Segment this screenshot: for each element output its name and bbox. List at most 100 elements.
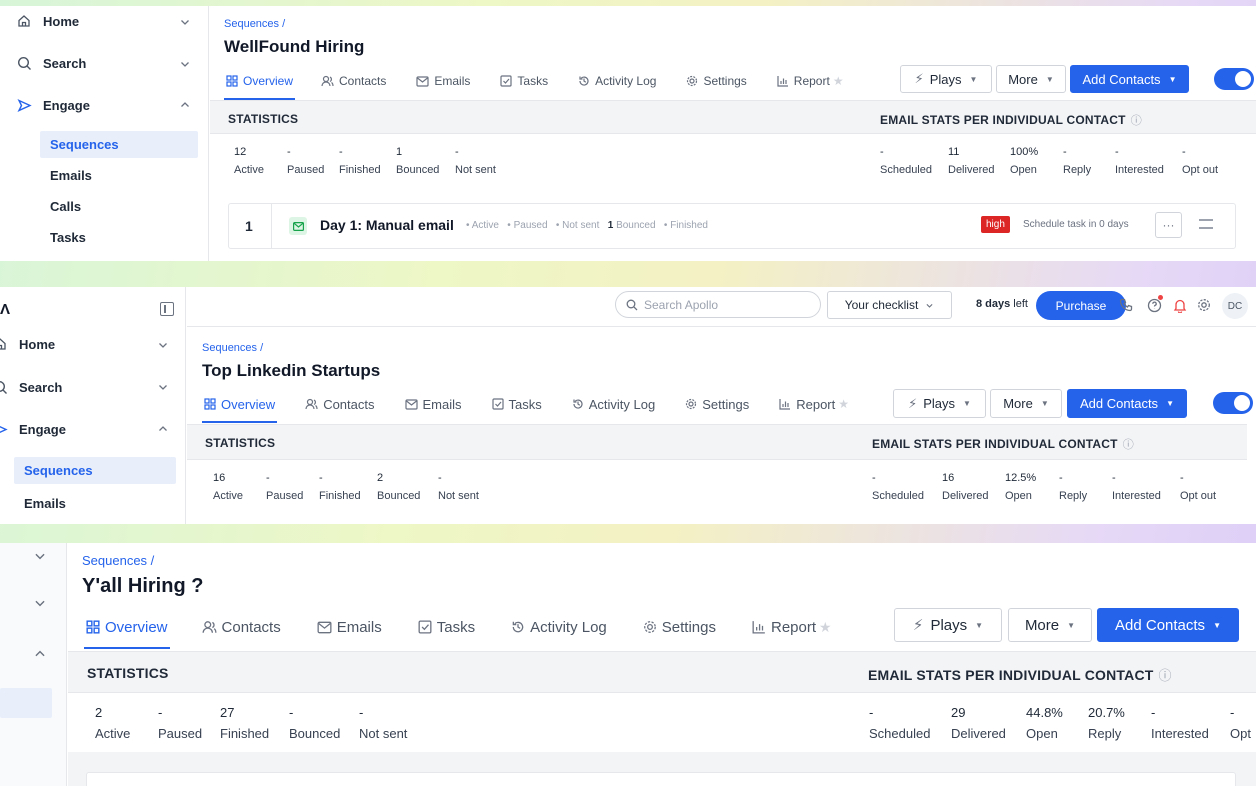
sequence-step-row[interactable]: 1 Day 1: Manual email • Active • Paused … — [228, 203, 1236, 249]
chevron-up-icon[interactable] — [33, 647, 47, 661]
phone-icon[interactable] — [1117, 296, 1135, 314]
stat-label: Paused — [266, 490, 304, 502]
chevron-down-icon[interactable] — [179, 58, 191, 70]
stat-not-sent: - Not sent — [455, 146, 496, 176]
stats-header: STATISTICS EMAIL STATS PER INDIVIDUAL CO… — [187, 424, 1247, 460]
chevron-down-icon[interactable] — [33, 596, 47, 610]
purchase-button[interactable]: Purchase — [1036, 291, 1126, 320]
tab-emails[interactable]: Emails — [416, 62, 470, 100]
tab-settings[interactable]: Settings — [685, 385, 749, 423]
stat-value: 2 — [95, 705, 103, 720]
tab-tasks[interactable]: Tasks — [418, 605, 475, 649]
tab-report[interactable]: Report ★ — [779, 385, 849, 423]
more-button[interactable]: More ▼ — [990, 389, 1062, 418]
tab-activity-log[interactable]: Activity Log — [572, 385, 655, 423]
tab-tasks[interactable]: Tasks — [500, 62, 548, 100]
tab-contacts[interactable]: Contacts — [321, 62, 386, 100]
plays-button[interactable]: ⚡︎ Plays ▼ — [900, 65, 992, 93]
apollo-logo-icon[interactable]: Λ — [0, 301, 10, 318]
nav-home-label: Home — [19, 336, 56, 352]
sidebar-item-tasks[interactable]: Tasks — [40, 224, 96, 251]
add-contacts-button[interactable]: Add Contacts ▼ — [1070, 65, 1189, 93]
tab-activity-log[interactable]: Activity Log — [578, 62, 656, 100]
avatar[interactable]: DC — [1222, 293, 1248, 319]
chevron-down-icon[interactable] — [157, 381, 169, 393]
tab-overview[interactable]: Overview — [201, 385, 278, 423]
star-icon[interactable]: ★ — [819, 619, 832, 636]
chevron-down-icon[interactable] — [157, 339, 169, 351]
chevron-up-icon[interactable] — [157, 423, 169, 435]
tab-settings[interactable]: Settings — [643, 605, 716, 649]
sidebar-item-emails[interactable]: Emails — [14, 490, 76, 517]
tab-contacts[interactable]: Contacts — [305, 385, 375, 423]
tab-emails[interactable]: Emails — [404, 385, 462, 423]
meta-bounced-count: 1 — [607, 220, 614, 231]
info-icon[interactable]: ⓘ — [1123, 439, 1134, 451]
panel-wellfound-hiring: Home Search Engage Sequences Emails Call… — [0, 6, 1256, 261]
star-icon[interactable]: ★ — [838, 397, 849, 411]
gear-icon[interactable] — [1195, 296, 1213, 314]
tab-report-label: Report — [796, 396, 836, 412]
plays-button[interactable]: ⚡︎ Plays ▼ — [894, 608, 1002, 642]
tab-emails-label: Emails — [422, 396, 462, 412]
mail-icon — [317, 621, 332, 634]
sidebar-item-sequences[interactable] — [0, 688, 52, 718]
info-icon[interactable]: ⓘ — [1159, 668, 1172, 683]
tab-report[interactable]: Report ★ — [777, 62, 844, 100]
nav-home[interactable]: Home — [16, 13, 79, 29]
nav-search[interactable]: Search — [16, 55, 86, 71]
plays-button[interactable]: ⚡︎ Plays ▼ — [893, 389, 986, 418]
tab-tasks[interactable]: Tasks — [491, 385, 542, 423]
info-icon[interactable]: ⓘ — [1131, 115, 1142, 127]
nav-search[interactable]: Search — [0, 379, 62, 395]
nav-engage[interactable]: Engage — [0, 421, 66, 437]
nav-engage[interactable]: Engage — [16, 97, 90, 113]
stat-label: Active — [213, 490, 243, 502]
star-icon[interactable]: ★ — [833, 74, 844, 88]
stats-header: STATISTICS EMAIL STATS PER INDIVIDUAL CO… — [210, 100, 1256, 134]
sidebar-item-sequences[interactable]: Sequences — [14, 457, 176, 484]
stat-value: - — [869, 705, 874, 720]
step-title[interactable]: Day 1: Manual email — [320, 217, 454, 233]
tab-activity-log[interactable]: Activity Log — [511, 605, 607, 649]
tab-report[interactable]: Report ★ — [752, 605, 832, 649]
breadcrumb[interactable]: Sequences / — [224, 18, 285, 30]
more-options-button[interactable]: ··· — [1155, 212, 1182, 238]
chevron-up-icon[interactable] — [179, 99, 191, 111]
add-contacts-button[interactable]: Add Contacts ▼ — [1067, 389, 1187, 418]
chevron-down-icon[interactable] — [179, 16, 191, 28]
stat-label: Open — [1005, 490, 1032, 502]
sequence-active-toggle[interactable] — [1213, 392, 1253, 414]
breadcrumb[interactable]: Sequences / — [82, 553, 154, 568]
tab-emails[interactable]: Emails — [317, 605, 382, 649]
chevron-down-icon[interactable] — [33, 549, 47, 563]
stat-not-sent: - Not sent — [438, 472, 479, 502]
stat-label: Bounced — [396, 164, 440, 176]
more-button[interactable]: More ▼ — [1008, 608, 1092, 642]
more-button[interactable]: More ▼ — [996, 65, 1066, 93]
tab-overview[interactable]: Overview — [223, 62, 296, 100]
sidebar-item-emails[interactable]: Emails — [40, 162, 102, 189]
sidebar-item-sequences[interactable]: Sequences — [40, 131, 198, 158]
sidebar-item-calls[interactable]: Calls — [40, 193, 91, 220]
collapse-icon[interactable] — [160, 302, 174, 316]
stat-label: Paused — [158, 726, 203, 741]
breadcrumb[interactable]: Sequences / — [202, 342, 263, 354]
checklist-dropdown[interactable]: Your checklist — [827, 291, 952, 319]
plays-label: Plays — [923, 396, 955, 411]
bell-icon[interactable] — [1171, 296, 1189, 314]
stat-label: Opt — [1230, 726, 1251, 741]
tab-settings[interactable]: Settings — [686, 62, 747, 100]
sequence-step-row[interactable] — [86, 772, 1236, 786]
tab-overview[interactable]: Overview — [84, 605, 170, 649]
email-stat-reply: 20.7% Reply — [1088, 705, 1125, 741]
email-stat-open: 12.5% Open — [1005, 472, 1036, 502]
drag-handle-icon[interactable] — [1199, 219, 1213, 229]
sequence-active-toggle[interactable] — [1214, 68, 1254, 90]
tab-bar: Overview Contacts Emails Tasks Activity … — [201, 385, 849, 423]
tab-contacts[interactable]: Contacts — [202, 605, 281, 649]
grid-icon — [226, 75, 238, 87]
add-contacts-button[interactable]: Add Contacts ▼ — [1097, 608, 1239, 642]
search-input[interactable]: Search Apollo — [615, 291, 821, 318]
nav-home[interactable]: Home — [0, 336, 55, 352]
